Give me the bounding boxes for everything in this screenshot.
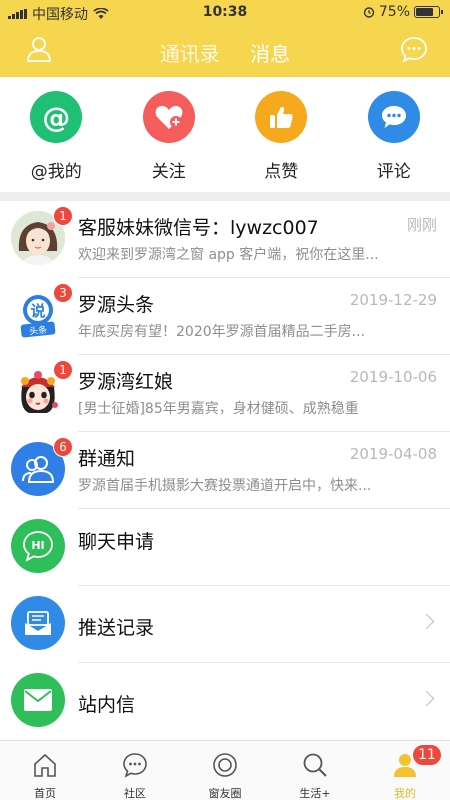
message-time: 刚刚 — [406, 216, 437, 234]
hi-icon: HI — [11, 519, 65, 573]
nav-home[interactable]: 首页 — [0, 741, 90, 800]
chevron-right-icon — [418, 613, 435, 630]
chevron-right-icon — [418, 690, 435, 707]
quick-action-likes[interactable]: 点赞 — [225, 77, 338, 192]
message-list: 1 客服妹妹微信号：lywzc007 刚刚 欢迎来到罗源湾之窗 app 客户端，… — [0, 201, 450, 740]
quick-action-comments[interactable]: 评论 — [338, 77, 450, 192]
quick-action-label: @我的 — [30, 162, 82, 182]
tab-contacts[interactable]: 通讯录 — [160, 38, 220, 67]
tab-messages[interactable]: 消息 — [250, 38, 290, 80]
message-title: 罗源头条 — [78, 294, 155, 316]
search-icon — [301, 751, 329, 779]
thumbs-up-icon — [255, 91, 308, 143]
unread-badge: 1 — [53, 360, 73, 380]
quick-actions: @ @我的 关注 点赞 评论 — [0, 77, 450, 192]
nav-label: 社区 — [124, 787, 146, 800]
top-bar: 中国移动 10:38 75% 通讯录 消息 — [0, 0, 450, 80]
community-icon — [121, 751, 149, 779]
message-title: 罗源湾红娘 — [78, 371, 174, 393]
message-time: 2019-12-29 — [349, 291, 437, 309]
message-preview: 年底买房有望！2020年罗源首届精品二手房... — [78, 324, 365, 340]
quick-action-follow[interactable]: 关注 — [113, 77, 226, 192]
at-icon: @ — [30, 91, 83, 143]
message-preview: [男士征婚]85年男嘉宾，身材健硕、成熟稳重 — [78, 401, 359, 417]
nav-life[interactable]: 生活+ — [270, 741, 360, 800]
push-record-icon — [11, 596, 65, 650]
section-divider — [0, 192, 450, 201]
nav-label: 首页 — [34, 787, 56, 800]
message-preview: 罗源首届手机摄影大赛投票通道开启中，快来... — [78, 478, 372, 494]
nav-label: 窗友圈 — [208, 787, 242, 800]
comment-icon — [367, 91, 420, 143]
home-icon — [31, 751, 59, 779]
svg-text:说: 说 — [30, 302, 45, 320]
unread-badge: 3 — [53, 283, 73, 303]
header: 通讯录 消息 — [0, 24, 450, 80]
nav-community[interactable]: 社区 — [90, 741, 180, 800]
message-preview: 欢迎来到罗源湾之窗 app 客户端，祝你在这里... — [78, 247, 379, 263]
bottom-nav: 首页 社区 窗友圈 生活+ 我的 11 — [0, 740, 450, 800]
menu-row-title: 聊天申请 — [78, 531, 155, 553]
circle-icon — [211, 751, 239, 779]
menu-row-chat-request[interactable]: HI 聊天申请 — [0, 509, 450, 586]
quick-action-label: 评论 — [376, 162, 411, 182]
battery-icon — [414, 6, 443, 18]
nav-mine[interactable]: 我的 11 — [360, 741, 450, 800]
menu-row-push-records[interactable]: 推送记录 — [0, 586, 450, 663]
svg-text:HI: HI — [31, 539, 44, 552]
message-row-toutiao[interactable]: 说 头条 3 罗源头条 2019-12-29 年底买房有望！2020年罗源首届精… — [0, 278, 450, 355]
unread-badge: 6 — [53, 437, 73, 457]
battery-percent: 75% — [378, 4, 410, 20]
message-row-customer-service[interactable]: 1 客服妹妹微信号：lywzc007 刚刚 欢迎来到罗源湾之窗 app 客户端，… — [0, 201, 450, 278]
heart-plus-icon — [142, 91, 195, 143]
quick-action-label: 关注 — [151, 162, 186, 182]
message-row-matchmaker[interactable]: 1 罗源湾红娘 2019-10-06 [男士征婚]85年男嘉宾，身材健硕、成熟稳… — [0, 355, 450, 432]
nav-unread-badge: 11 — [412, 744, 442, 766]
message-title: 客服妹妹微信号：lywzc007 — [78, 217, 319, 239]
nav-friends-circle[interactable]: 窗友圈 — [180, 741, 270, 800]
header-tabs: 通讯录 消息 — [0, 38, 450, 80]
message-title: 群通知 — [78, 448, 136, 470]
message-row-group-notice[interactable]: 6 群通知 2019-04-08 罗源首届手机摄影大赛投票通道开启中，快来... — [0, 432, 450, 509]
message-time: 2019-10-06 — [349, 368, 437, 386]
nav-label: 我的 — [394, 787, 416, 800]
status-bar: 中国移动 10:38 75% — [0, 0, 450, 24]
menu-row-site-mail[interactable]: 站内信 — [0, 663, 450, 740]
nav-label: 生活+ — [299, 787, 331, 800]
quick-action-label: 点赞 — [264, 162, 299, 182]
menu-row-title: 站内信 — [78, 694, 136, 716]
chat-bubble-icon[interactable] — [400, 36, 428, 64]
menu-row-title: 推送记录 — [78, 617, 155, 639]
unread-badge: 1 — [53, 206, 73, 226]
mail-icon — [11, 673, 65, 727]
message-time: 2019-04-08 — [349, 445, 437, 463]
quick-action-at-me[interactable]: @ @我的 — [0, 77, 113, 192]
alarm-icon — [363, 7, 375, 18]
